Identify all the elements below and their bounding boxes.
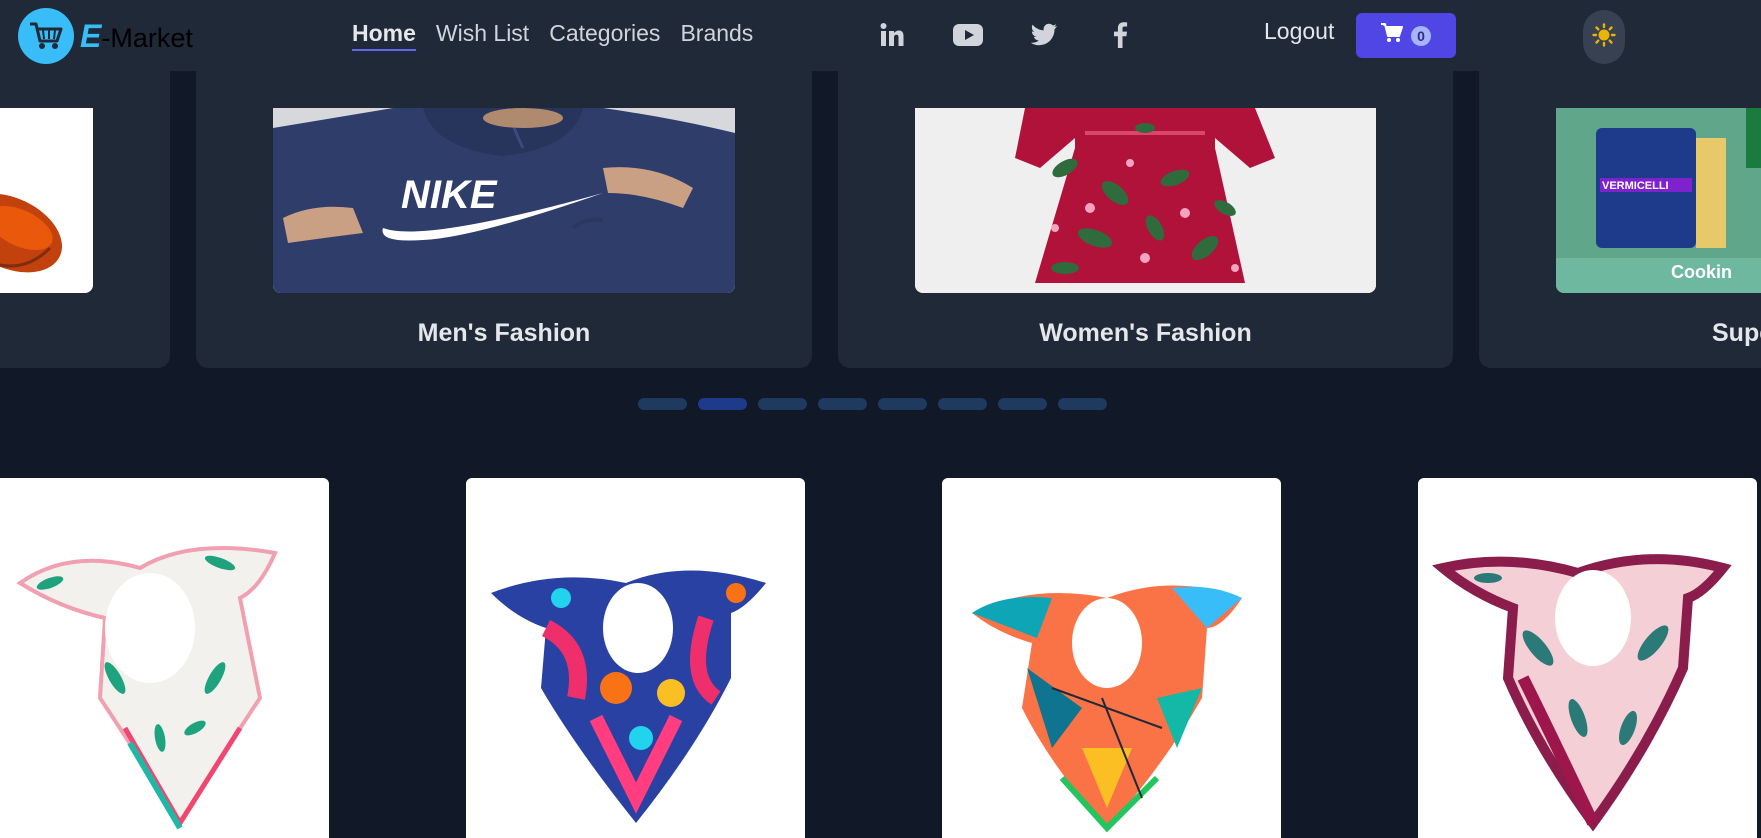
navbar: E -Market Home Wish List Categories Bran…: [0, 0, 1761, 71]
product-card[interactable]: [0, 478, 329, 838]
slider-dots: [638, 398, 1107, 410]
slider-dot[interactable]: [638, 398, 687, 410]
nav-categories[interactable]: Categories: [549, 20, 660, 51]
cart-logo-icon: [18, 8, 74, 64]
slider-dot[interactable]: [938, 398, 987, 410]
slider-dot[interactable]: [1058, 398, 1107, 410]
category-card-womens-fashion[interactable]: Women's Fashion: [838, 71, 1453, 368]
category-image-supermarket: VERMICELLI Cookin: [1556, 108, 1761, 293]
slider-dot[interactable]: [878, 398, 927, 410]
slider-dot[interactable]: [698, 398, 747, 410]
main-nav: Home Wish List Categories Brands: [352, 20, 773, 51]
category-card-supermarket[interactable]: VERMICELLI Cookin Supe: [1479, 71, 1761, 368]
nav-wishlist[interactable]: Wish List: [436, 20, 529, 51]
product-card[interactable]: [942, 478, 1281, 838]
category-image-mens-fashion: NIKE: [273, 108, 735, 293]
category-label: Women's Fashion: [1039, 319, 1252, 347]
category-label: Supe: [1712, 319, 1761, 347]
product-image-scarf-blue-pink: [491, 570, 766, 823]
youtube-icon[interactable]: [951, 18, 985, 52]
category-card-mens-fashion[interactable]: NIKE Men's Fashion: [196, 71, 812, 368]
brand-logo[interactable]: E -Market: [18, 8, 193, 64]
sun-icon: [1592, 22, 1616, 52]
theme-toggle[interactable]: [1583, 10, 1625, 64]
nav-brands[interactable]: Brands: [680, 20, 753, 51]
cart-icon: [1381, 23, 1403, 48]
product-image-scarf-burgundy-pink: [1432, 554, 1732, 832]
cart-button[interactable]: 0: [1356, 13, 1456, 58]
category-label: Men's Fashion: [417, 319, 591, 347]
category-image-guitar: [0, 108, 93, 293]
facebook-icon[interactable]: [1103, 18, 1137, 52]
vermicelli-text: VERMICELLI: [1602, 180, 1669, 192]
slider-dot[interactable]: [998, 398, 1047, 410]
category-card[interactable]: [0, 71, 170, 368]
product-card[interactable]: [1418, 478, 1757, 838]
brand-prefix: E: [80, 17, 102, 54]
cart-count-badge: 0: [1411, 25, 1431, 46]
slider-dot[interactable]: [758, 398, 807, 410]
nike-logo-text: NIKE: [401, 173, 498, 217]
brand-name: E -Market: [80, 18, 193, 55]
logout-link[interactable]: Logout: [1264, 18, 1334, 45]
social-links: [875, 18, 1179, 52]
brand-suffix: -Market: [101, 22, 193, 53]
twitter-icon[interactable]: [1027, 18, 1061, 52]
nav-home[interactable]: Home: [352, 20, 416, 51]
product-image-scarf-white-floral: [16, 546, 278, 830]
linkedin-icon[interactable]: [875, 18, 909, 52]
slider-dot[interactable]: [818, 398, 867, 410]
category-image-womens-fashion: [915, 108, 1376, 293]
product-image-scarf-orange-teal: [972, 585, 1242, 833]
product-card[interactable]: [466, 478, 805, 838]
cooking-text: Cookin: [1671, 262, 1732, 282]
